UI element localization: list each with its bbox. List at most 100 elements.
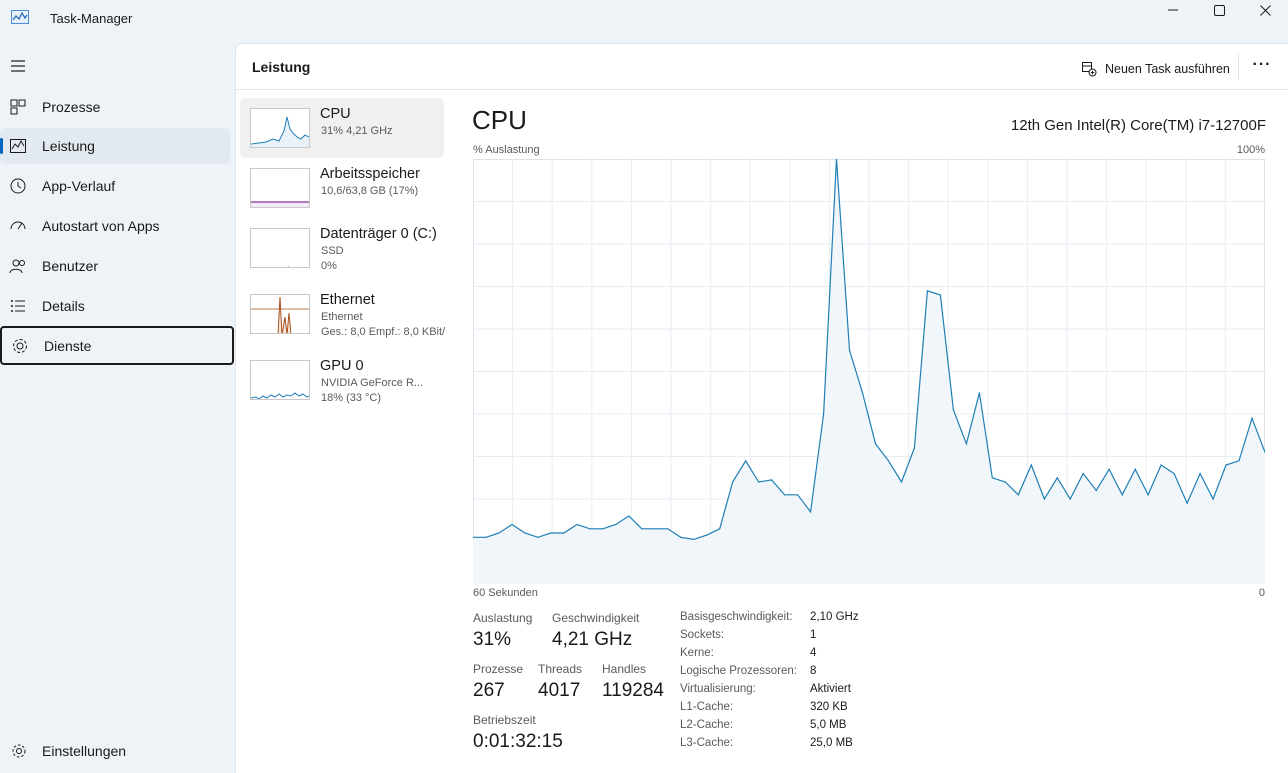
cpu-usage-point [900,481,903,483]
main-header: Leistung Neuen Task ausführen ··· [236,44,1288,90]
cpu-usage-point [602,528,604,530]
cpu-usage-point [771,479,773,481]
cpu-usage-point [758,481,760,483]
page-title: Leistung [252,59,311,75]
cpu-usage-point [1108,468,1110,470]
device-name: Arbeitsspeicher [320,166,420,182]
hamburger-menu-icon[interactable] [9,57,27,75]
memory-thumbnail-graph [250,168,310,208]
y-axis-max: 100% [1236,144,1265,156]
handles-value: 119284 [602,680,664,701]
ethernet-mini-chart [251,296,309,333]
gpu-thumbnail-graph [250,360,310,400]
cpu-usage-point [693,538,695,540]
processes-value: 267 [473,680,505,701]
close-button[interactable] [1242,0,1288,20]
device-sub: 10,6/63,8 GB (17%) [321,185,419,197]
cpu-thumbnail-graph [250,108,310,148]
utilization-value: 31% [473,629,512,650]
nav-item-label: Autostart von Apps [42,218,160,234]
cpu-usage-point [1251,417,1253,419]
device-sub: 31% 4,21 GHz [321,125,393,137]
device-name: CPU [320,106,351,122]
close-icon [1259,4,1271,16]
maximize-button[interactable] [1196,0,1242,20]
x-axis-left-label: 60 Sekunden [473,587,538,599]
cpu-usage-point [861,392,864,394]
x-axis-right-label: 0 [1258,587,1265,599]
device-name: Ethernet [320,292,375,308]
device-sub: Ethernet [321,311,363,323]
cpu-usage-point [511,523,513,526]
uptime-value: 0:01:32:15 [473,731,563,752]
device-ethernet[interactable]: Ethernet Ethernet Ges.: 8,0 Empf.: 8,0 K… [240,284,445,344]
cpu-usage-point [1147,494,1149,496]
minimize-button[interactable] [1150,0,1196,20]
disk-mini-chart [288,266,289,267]
cpu-usage-point [589,528,591,530]
nav-item-autostart[interactable]: Autostart von Apps [0,208,230,244]
settings-label: Einstellungen [42,743,127,759]
cpu-usage-point [550,532,552,534]
spec-value: 1 [810,629,817,641]
cpu-usage-point [784,494,786,496]
cpu-usage-point [926,290,928,292]
nav-item-benutzer[interactable]: Benutzer [0,248,230,284]
cpu-usage-point [615,523,617,526]
cpu-usage-point [745,460,747,462]
cpu-usage-point [1134,468,1136,470]
cpu-usage-point [1004,481,1006,483]
cpu-usage-point [732,481,734,483]
minimize-icon [1168,9,1178,11]
users-icon [9,259,25,274]
spec-value: 5,0 MB [810,719,847,731]
nav-item-app-verlauf[interactable]: App-Verlauf [0,168,230,204]
nav-item-prozesse[interactable]: Prozesse [0,89,230,125]
device-memory[interactable]: Arbeitsspeicher 10,6/63,8 GB (17%) [240,158,444,218]
run-new-task-label: Neuen Task ausführen [1105,62,1230,76]
device-name: GPU 0 [320,358,364,374]
threads-label: Threads [538,662,583,676]
spec-key: L2-Cache: [680,719,734,731]
disk-thumbnail-graph [250,228,310,268]
cpu-usage-point [1225,464,1227,466]
spec-value: Aktiviert [810,683,851,695]
nav-item-einstellungen[interactable]: Einstellungen [0,733,230,769]
run-new-task-button[interactable]: Neuen Task ausführen [1081,59,1230,79]
nav-item-dienste[interactable]: Dienste [0,326,234,365]
cpu-mini-chart [251,116,309,147]
window-title: Task-Manager [50,11,133,26]
nav-item-details[interactable]: Details [0,288,230,324]
cpu-usage-point [991,477,993,479]
processes-label: Prozesse [473,662,524,676]
spec-key: Kerne: [680,647,714,659]
details-list-icon [11,300,25,312]
device-cpu[interactable]: CPU 31% 4,21 GHz [240,98,444,158]
spec-value: 2,10 GHz [810,611,859,623]
gpu-mini-chart [251,392,309,399]
device-sub: 18% (33 °C) [321,392,382,404]
nav-item-label: Details [42,298,85,314]
cpu-usage-point [1095,489,1097,492]
device-name: Datenträger 0 (C:) [320,226,437,242]
device-sub: 0% [321,260,337,272]
cpu-usage-point [498,532,500,534]
nav-item-label: Benutzer [42,258,99,274]
cpu-usage-point [485,536,487,538]
task-manager-icon [11,10,29,24]
cpu-usage-point [823,413,825,415]
device-gpu[interactable]: GPU 0 NVIDIA GeForce R... 18% (33 °C) [240,350,444,410]
cpu-usage-point [1212,498,1214,500]
nav-item-leistung[interactable]: Leistung [0,128,230,164]
cpu-usage-point [1069,498,1071,500]
cpu-usage-point [1173,472,1175,475]
settings-gear-icon [12,744,26,758]
device-disk[interactable]: Datenträger 0 (C:) SSD 0% [240,218,444,278]
spec-key: L1-Cache: [680,701,734,713]
speed-value: 4,21 GHz [552,629,633,650]
ethernet-thumbnail-graph [250,294,310,334]
maximize-icon [1213,4,1225,16]
cpu-usage-point [1238,460,1240,462]
more-options-button[interactable]: ··· [1248,56,1276,80]
y-axis-label: % Auslastung [473,144,540,156]
